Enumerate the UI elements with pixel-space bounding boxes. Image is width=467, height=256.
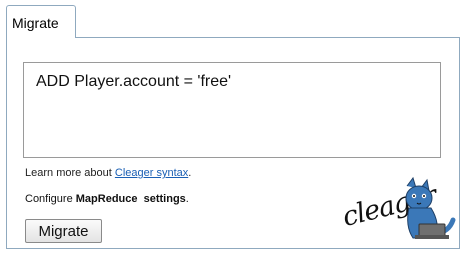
query-text: ADD Player.account = 'free': [36, 73, 232, 90]
mapreduce-settings-label[interactable]: MapReduce settings: [76, 193, 186, 205]
query-editor[interactable]: ADD Player.account = 'free': [23, 62, 441, 158]
configure-suffix: .: [185, 193, 189, 205]
configure-text: Configure MapReduce settings.: [25, 193, 189, 205]
syntax-help-suffix: .: [188, 167, 192, 179]
tab-migrate[interactable]: Migrate: [6, 5, 76, 38]
cleager-syntax-link[interactable]: Cleager syntax: [115, 167, 188, 179]
cat-mascot-icon: [405, 176, 456, 239]
migrate-button[interactable]: Migrate: [25, 219, 102, 243]
syntax-help-prefix: Learn more about: [25, 167, 115, 179]
tab-migrate-label: Migrate: [12, 15, 59, 31]
configure-prefix: Configure: [25, 193, 76, 205]
cleager-logo: cleager: [340, 176, 456, 246]
tab-connector: [7, 36, 75, 39]
syntax-help-text: Learn more about Cleager syntax.: [25, 167, 191, 179]
